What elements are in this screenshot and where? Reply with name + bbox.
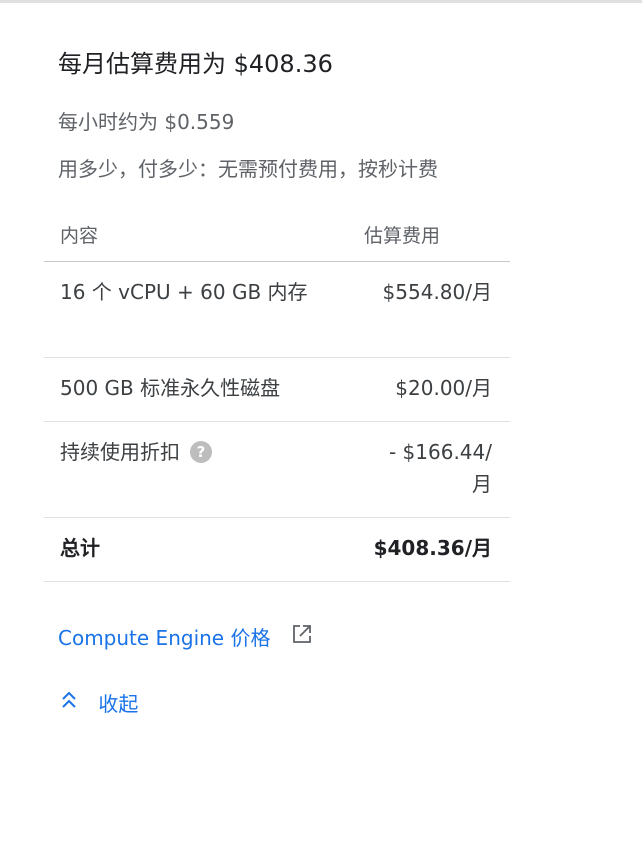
- collapse-button[interactable]: 收起: [60, 688, 138, 719]
- help-circle-icon[interactable]: ?: [190, 440, 212, 463]
- cost-breakdown-table: 内容 估算费用 16 个 vCPU + 60 GB 内存 $554.80/月 5…: [44, 212, 510, 582]
- table-row: 16 个 vCPU + 60 GB 内存 $554.80/月: [44, 262, 510, 358]
- row-cost: - $166.44/月: [388, 440, 492, 496]
- table-row: 500 GB 标准永久性磁盘 $20.00/月: [44, 358, 510, 422]
- table-row: 持续使用折扣? - $166.44/月: [44, 422, 510, 518]
- external-link-icon: [291, 623, 313, 650]
- total-cost: $408.36/月: [373, 536, 492, 560]
- row-item: 500 GB 标准永久性磁盘: [60, 376, 281, 400]
- pricing-link-label: Compute Engine 价格: [58, 626, 271, 650]
- row-cost: $554.80/月: [382, 280, 492, 304]
- row-item-with-help: 持续使用折扣?: [60, 436, 320, 468]
- monthly-estimate-title: 每月估算费用为 $408.36: [58, 50, 333, 78]
- billing-note: 用多少，付多少：无需预付费用，按秒计费: [58, 157, 438, 181]
- table-total-row: 总计 $408.36/月: [44, 518, 510, 582]
- table-header-row: 内容 估算费用: [44, 212, 510, 262]
- row-cost: $20.00/月: [395, 376, 492, 400]
- collapse-label: 收起: [98, 692, 139, 716]
- header-item: 内容: [60, 225, 99, 247]
- row-item: 持续使用折扣: [60, 440, 180, 464]
- compute-engine-pricing-link[interactable]: Compute Engine 价格: [58, 622, 313, 653]
- header-cost: 估算费用: [364, 225, 441, 247]
- top-divider: [0, 0, 642, 3]
- row-item: 16 个 vCPU + 60 GB 内存: [60, 280, 308, 304]
- total-label: 总计: [60, 536, 100, 560]
- chevron-up-double-icon: [60, 690, 78, 717]
- hourly-estimate: 每小时约为 $0.559: [58, 110, 235, 134]
